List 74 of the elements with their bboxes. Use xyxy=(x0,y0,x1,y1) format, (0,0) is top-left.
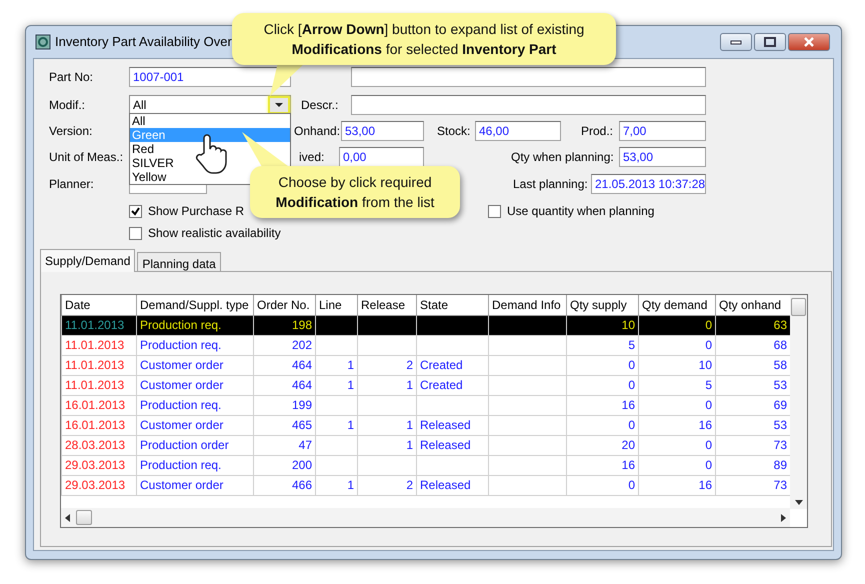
field-label: Modif.: xyxy=(49,97,86,114)
table-cell: Production req. xyxy=(136,395,254,415)
table-cell: 1 xyxy=(316,355,358,375)
table-cell: 10 xyxy=(566,315,638,335)
table-cell: 29.03.2013 xyxy=(62,475,136,495)
table-cell: 202 xyxy=(254,335,316,355)
table-cell: 11.01.2013 xyxy=(62,335,136,355)
field-label: Unit of Meas.: xyxy=(49,149,124,166)
table-cell: 28.03.2013 xyxy=(62,435,136,455)
table-cell: 0 xyxy=(638,315,716,335)
table-cell: 11.01.2013 xyxy=(62,375,136,395)
table-cell: 0 xyxy=(638,455,716,475)
field-label: Stock: xyxy=(437,123,470,140)
table-cell: 0 xyxy=(566,475,638,495)
table-cell: 1 xyxy=(358,435,416,455)
table-cell: 63 xyxy=(716,315,790,335)
table-cell: 1 xyxy=(316,375,358,395)
field-label: Last planning: xyxy=(513,176,588,193)
table-cell: 0 xyxy=(566,415,638,435)
table-cell: 200 xyxy=(254,455,316,475)
table-cell: 16 xyxy=(566,395,638,415)
table-cell: Customer order xyxy=(136,475,254,495)
table-cell: 20 xyxy=(566,435,638,455)
table-cell: Created xyxy=(416,375,488,395)
window-title: Inventory Part Availability Over xyxy=(55,33,232,52)
table-cell: 1 xyxy=(358,415,416,435)
table-cell: Customer order xyxy=(136,355,254,375)
table-cell: 10 xyxy=(638,355,716,375)
table-cell: Customer order xyxy=(136,415,254,435)
table-cell: Released xyxy=(416,415,488,435)
table-cell: Production order xyxy=(136,435,254,455)
table-cell: 464 xyxy=(254,355,316,375)
table-cell: Released xyxy=(416,475,488,495)
table-cell: 47 xyxy=(254,435,316,455)
field-label: Onhand: xyxy=(294,123,340,140)
table-cell: 0 xyxy=(566,375,638,395)
field-label: Qty when planning: xyxy=(511,149,614,166)
table-cell: 16 xyxy=(566,455,638,475)
table-cell: 466 xyxy=(254,475,316,495)
table-cell: 16.01.2013 xyxy=(62,415,136,435)
table-cell: 0 xyxy=(566,355,638,375)
table-cell: 16 xyxy=(638,415,716,435)
table-cell: 199 xyxy=(254,395,316,415)
table-cell: 16.01.2013 xyxy=(62,395,136,415)
table-cell: Customer order xyxy=(136,375,254,395)
table-cell: Released xyxy=(416,435,488,455)
table-cell: Created xyxy=(416,355,488,375)
table-cell: 1 xyxy=(316,415,358,435)
table-cell: 0 xyxy=(638,435,716,455)
table-cell: 5 xyxy=(638,375,716,395)
table-cell: 2 xyxy=(358,475,416,495)
field-label: Version: xyxy=(49,123,92,140)
field-label: ived: xyxy=(299,149,324,166)
table-cell: 29.03.2013 xyxy=(62,455,136,475)
table-cell: 16 xyxy=(638,475,716,495)
table-cell: 0 xyxy=(638,335,716,355)
table-cell: 465 xyxy=(254,415,316,435)
table-cell: 11.01.2013 xyxy=(62,315,136,335)
table-cell: 11.01.2013 xyxy=(62,355,136,375)
table-cell: 0 xyxy=(638,395,716,415)
table-cell: Production req. xyxy=(136,455,254,475)
table-cell: 1 xyxy=(316,475,358,495)
table-cell: 5 xyxy=(566,335,638,355)
table-cell: 1 xyxy=(358,375,416,395)
table-cell: 2 xyxy=(358,355,416,375)
table-cell: Production req. xyxy=(136,315,254,335)
field-label: Planner: xyxy=(49,176,94,193)
table-cell: 198 xyxy=(254,315,316,335)
field-label: Descr.: xyxy=(301,97,338,114)
combo-value: All xyxy=(133,97,146,114)
table-cell: Production req. xyxy=(136,335,254,355)
field-label: Prod.: xyxy=(581,123,614,140)
field-label: Part No: xyxy=(49,69,94,86)
table-cell: 464 xyxy=(254,375,316,395)
